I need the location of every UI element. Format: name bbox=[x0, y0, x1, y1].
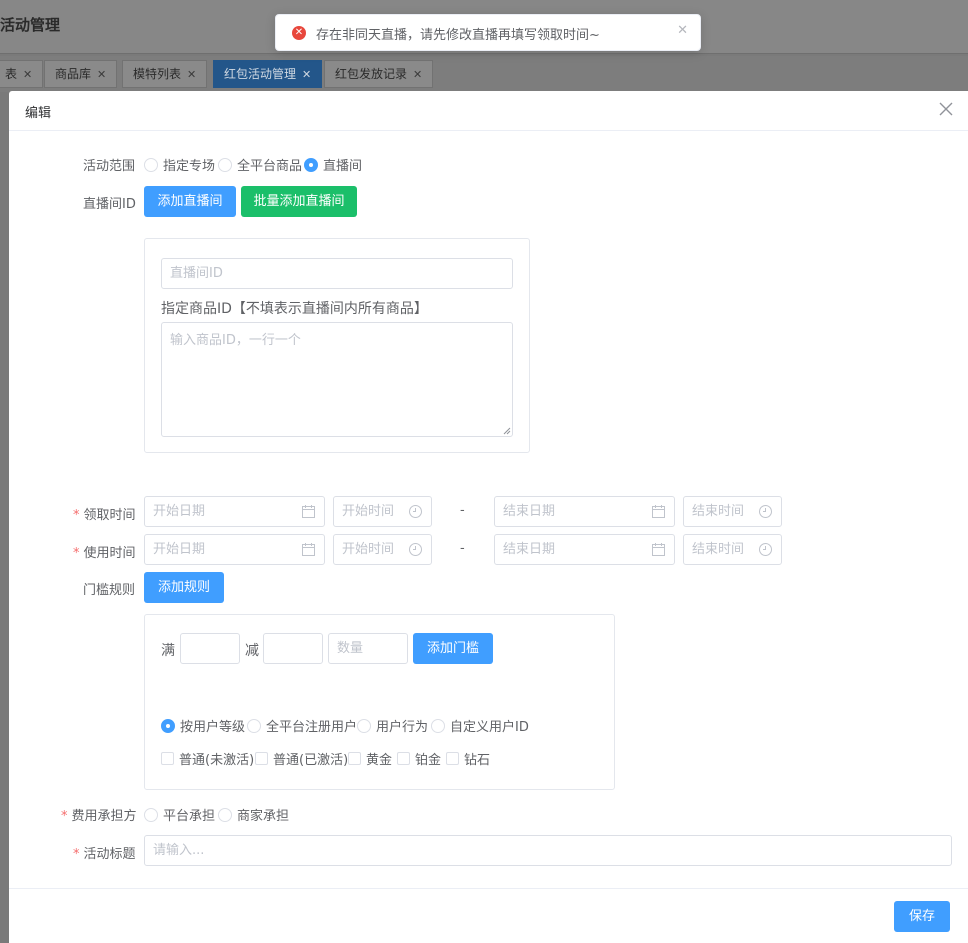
product-id-textarea[interactable]: 输入商品ID，一行一个 bbox=[161, 322, 513, 437]
user-radio-custom-id[interactable]: 自定义用户ID bbox=[431, 716, 529, 735]
use-start-time-input[interactable]: 开始时间 bbox=[333, 534, 432, 565]
live-room-panel: 直播间ID 指定商品ID【不填表示直播间内所有商品】 输入商品ID，一行一个 bbox=[144, 238, 530, 453]
close-icon[interactable]: ✕ bbox=[97, 68, 106, 81]
live-room-id-input[interactable]: 直播间ID bbox=[161, 258, 513, 289]
use-end-date-input[interactable]: 结束日期 bbox=[494, 534, 675, 565]
close-icon[interactable]: ✕ bbox=[23, 68, 32, 81]
close-icon[interactable]: ✕ bbox=[302, 68, 311, 81]
level-check-platinum[interactable]: 铂金 bbox=[397, 749, 441, 768]
add-rule-button[interactable]: 添加规则 bbox=[144, 572, 224, 603]
batch-add-live-room-button[interactable]: 批量添加直播间 bbox=[241, 186, 357, 217]
add-live-room-button[interactable]: 添加直播间 bbox=[144, 186, 236, 217]
scope-label: 活动范围 bbox=[83, 159, 136, 174]
calendar-icon bbox=[302, 505, 315, 518]
claim-time-label: * 领取时间 bbox=[73, 508, 136, 523]
save-button[interactable]: 保存 bbox=[894, 901, 950, 932]
required-mark: * bbox=[73, 508, 80, 523]
threshold-label: 门槛规则 bbox=[83, 583, 136, 598]
required-mark: * bbox=[73, 847, 80, 862]
cost-radio-platform[interactable]: 平台承担 bbox=[144, 805, 215, 824]
tab-red-packet-activity[interactable]: 红包活动管理 ✕ bbox=[213, 60, 323, 88]
full-amount-input[interactable] bbox=[180, 633, 240, 664]
activity-title-label: * 活动标题 bbox=[73, 847, 136, 862]
cost-label: * 费用承担方 bbox=[61, 809, 137, 824]
resize-handle-icon[interactable] bbox=[503, 427, 511, 435]
clock-icon bbox=[409, 505, 422, 518]
app-title: 活动管理 bbox=[0, 16, 61, 34]
calendar-icon bbox=[302, 543, 315, 556]
use-end-time-input[interactable]: 结束时间 bbox=[683, 534, 782, 565]
user-radio-all-registered[interactable]: 全平台注册用户 bbox=[247, 716, 357, 735]
error-toast: ✕ 存在非同天直播，请先修改直播再填写领取时间~ ✕ bbox=[275, 14, 701, 51]
tab-list[interactable]: 表 ✕ bbox=[0, 60, 44, 88]
live-room-label: 直播间ID bbox=[83, 197, 136, 212]
user-radio-behavior[interactable]: 用户行为 bbox=[357, 716, 428, 735]
use-start-date-input[interactable]: 开始日期 bbox=[144, 534, 325, 565]
tab-red-packet-records[interactable]: 红包发放记录 ✕ bbox=[324, 60, 434, 88]
clock-icon bbox=[409, 543, 422, 556]
clock-icon bbox=[759, 505, 772, 518]
level-check-diamond[interactable]: 钻石 bbox=[446, 749, 490, 768]
toast-message: 存在非同天直播，请先修改直播再填写领取时间~ bbox=[316, 28, 600, 43]
minus-amount-input[interactable] bbox=[263, 633, 323, 664]
level-check-active[interactable]: 普通(已激活) bbox=[255, 749, 348, 768]
level-check-inactive[interactable]: 普通(未激活) bbox=[161, 749, 254, 768]
level-check-gold[interactable]: 黄金 bbox=[348, 749, 392, 768]
dialog-footer: 保存 bbox=[9, 888, 968, 943]
close-icon[interactable]: ✕ bbox=[187, 68, 196, 81]
claim-start-time-input[interactable]: 开始时间 bbox=[333, 496, 432, 527]
quantity-input[interactable]: 数量 bbox=[328, 633, 408, 664]
tab-model-list[interactable]: 模特列表 ✕ bbox=[122, 60, 208, 88]
close-icon[interactable]: ✕ bbox=[677, 23, 688, 38]
edit-dialog: 编辑 活动范围 指定专场 全平台商品 直播间 直播间ID 添加直播间 批量添加直… bbox=[9, 91, 968, 943]
close-icon[interactable]: ✕ bbox=[413, 68, 422, 81]
use-time-label: * 使用时间 bbox=[73, 546, 136, 561]
dialog-title: 编辑 bbox=[25, 106, 52, 121]
scope-radio-special[interactable]: 指定专场 bbox=[144, 155, 215, 174]
required-mark: * bbox=[61, 809, 68, 824]
calendar-icon bbox=[652, 505, 665, 518]
user-radio-by-level[interactable]: 按用户等级 bbox=[161, 716, 245, 735]
claim-start-date-input[interactable]: 开始日期 bbox=[144, 496, 325, 527]
app-tab-bar: 表 ✕ 商品库 ✕ 模特列表 ✕ 红包活动管理 ✕ 红包发放记录 ✕ bbox=[0, 56, 968, 92]
calendar-icon bbox=[652, 543, 665, 556]
minus-label: 减 bbox=[245, 643, 259, 659]
scope-radio-live-room[interactable]: 直播间 bbox=[304, 155, 362, 174]
activity-title-input[interactable]: 请输入... bbox=[144, 835, 952, 866]
tab-product-library[interactable]: 商品库 ✕ bbox=[44, 60, 118, 88]
full-label: 满 bbox=[161, 643, 175, 659]
add-threshold-button[interactable]: 添加门槛 bbox=[413, 633, 493, 664]
claim-range-separator: - bbox=[460, 503, 465, 518]
threshold-panel: 满 减 数量 添加门槛 按用户等级 全平台注册用户 用户行为 自定义用户ID 普… bbox=[144, 614, 615, 790]
product-id-label: 指定商品ID【不填表示直播间内所有商品】 bbox=[161, 301, 428, 317]
claim-end-date-input[interactable]: 结束日期 bbox=[494, 496, 675, 527]
error-icon: ✕ bbox=[292, 26, 306, 40]
clock-icon bbox=[759, 543, 772, 556]
dialog-header: 编辑 bbox=[9, 91, 968, 131]
scope-radio-all-products[interactable]: 全平台商品 bbox=[218, 155, 302, 174]
required-mark: * bbox=[73, 546, 80, 561]
close-icon[interactable] bbox=[938, 101, 954, 117]
claim-end-time-input[interactable]: 结束时间 bbox=[683, 496, 782, 527]
cost-radio-merchant[interactable]: 商家承担 bbox=[218, 805, 289, 824]
use-range-separator: - bbox=[460, 541, 465, 556]
